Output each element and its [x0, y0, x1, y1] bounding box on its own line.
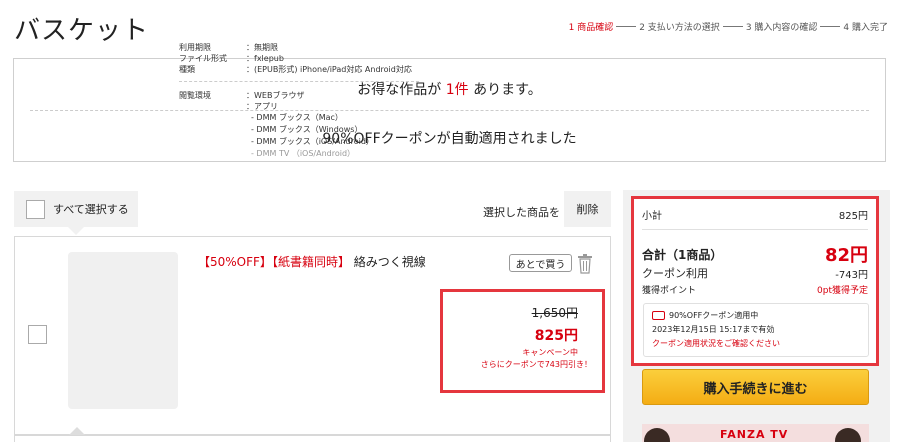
- original-price: 1,650円: [531, 306, 578, 320]
- banner-person-image: [835, 428, 861, 442]
- select-all-checkbox[interactable]: [26, 199, 45, 219]
- divider: [642, 229, 868, 230]
- coupon-applied-label: 90%OFFクーポン適用中: [669, 311, 759, 320]
- detail-key-empty: [179, 101, 246, 112]
- delete-button[interactable]: 削除: [564, 191, 611, 227]
- env-app-mac: - DMM ブックス（Mac）: [251, 113, 343, 122]
- item-name: 絡みつく視線: [353, 255, 426, 269]
- step-separator: [616, 26, 637, 27]
- fanza-tv-banner[interactable]: FANZA TV: [642, 424, 869, 442]
- coupon-label: クーポン利用: [642, 267, 708, 280]
- item-thumbnail[interactable]: [68, 252, 178, 409]
- env-app-windows: - DMM ブックス（Windows）: [251, 125, 363, 134]
- order-summary: 小計 825円 合計（1商品） 82円 クーポン利用 -743円 獲得ポイント …: [634, 199, 876, 363]
- subtotal-value: 825円: [838, 211, 868, 222]
- next-cart-item: [14, 427, 611, 442]
- deals-suffix: あります。: [473, 82, 542, 98]
- divider: [30, 110, 869, 111]
- coupon-expiry: 2023年12月15日 15:17まで有効: [652, 325, 775, 334]
- deal-notice: お得な作品が 1件 あります。 90%OFFクーポンが自動適用されました: [13, 58, 886, 162]
- step-confirm-items: 1 商品確認: [568, 23, 614, 33]
- step-purchase-complete: 4 購入完了: [843, 23, 888, 33]
- step-separator: [722, 26, 743, 27]
- proceed-to-checkout-button[interactable]: 購入手続きに進む: [642, 369, 869, 405]
- item-title[interactable]: 【50%OFF】【紙書籍同時】 絡みつく視線: [198, 253, 426, 270]
- coupon-applied-message: 90%OFFクーポンが自動適用されました: [322, 131, 577, 147]
- points-label: 獲得ポイント: [642, 286, 697, 296]
- detail-key: 種類: [179, 65, 195, 74]
- item-details: 利用期限 ：無期限 ファイル形式 ：fxlepub 種類 ：(EPUB形式) iPho…: [179, 42, 419, 160]
- simultaneous-release-tag: 【紙書籍同時】: [271, 255, 350, 269]
- subtotal-label: 小計: [642, 211, 662, 222]
- detail-value: ：(EPUB形式) iPhone/iPad対応 Android対応: [246, 65, 412, 74]
- detail-value: ：無期限: [246, 43, 278, 52]
- env-app-ios-android: - DMM ブックス（iOS/Android）: [251, 137, 374, 146]
- detail-row-environment-app: ：アプリ: [179, 101, 419, 112]
- detail-value: ：アプリ: [246, 102, 278, 111]
- points-value: 0pt獲得予定: [817, 286, 868, 296]
- trash-icon[interactable]: [577, 254, 593, 274]
- checkout-steps: 1 商品確認 2 支払い方法の選択 3 購入内容の確認 4 購入完了: [569, 20, 888, 33]
- item-checkbox[interactable]: [28, 325, 47, 344]
- price-box: 1,650円 825円 キャンペーン中 さらにクーポンで743円引き！: [440, 289, 605, 393]
- coupon-discount-label: さらにクーポンで743円引き！: [480, 360, 592, 369]
- sale-price: 825円: [534, 328, 578, 344]
- coupon-status-box: 90%OFFクーポン適用中 2023年12月15日 15:17まで有効 クーポン…: [643, 303, 869, 357]
- select-all-toggle[interactable]: すべて選択する: [14, 191, 138, 235]
- deals-count: 1件: [445, 82, 469, 98]
- detail-row-format: ファイル形式 ：fxlepub: [179, 53, 419, 64]
- buy-later-button[interactable]: あとで買う: [509, 254, 572, 272]
- banner-logo-text: FANZA TV: [720, 428, 789, 441]
- selected-items-label: 選択した商品を: [483, 206, 560, 219]
- detail-row-expiry: 利用期限 ：無期限: [179, 42, 419, 53]
- detail-value: ：WEBブラウザ: [246, 91, 305, 100]
- campaign-label: キャンペーン中: [522, 348, 578, 357]
- coupon-check-link[interactable]: クーポン適用状況をご確認ください: [652, 338, 780, 349]
- deals-message: お得な作品が 1件 あります。: [14, 79, 885, 99]
- step-payment-method: 2 支払い方法の選択: [639, 23, 720, 33]
- discount-tag: 【50%OFF】: [198, 255, 272, 269]
- divider: [179, 81, 419, 82]
- page-title: バスケット: [14, 16, 150, 46]
- detail-row-type: 種類 ：(EPUB形式) iPhone/iPad対応 Android対応: [179, 64, 419, 75]
- detail-key: 利用期限: [179, 43, 211, 52]
- total-value: 82円: [824, 245, 868, 266]
- detail-key: 閲覧環境: [179, 91, 211, 100]
- banner-person-image: [644, 428, 670, 442]
- step-separator: [820, 26, 841, 27]
- select-all-label: すべて選択する: [53, 203, 129, 216]
- env-app-dmmtv: - DMM TV （iOS/Android）: [251, 149, 356, 158]
- coupon-ticket-icon: [652, 311, 665, 320]
- detail-value: ：fxlepub: [246, 54, 284, 63]
- detail-key: ファイル形式: [179, 54, 227, 63]
- detail-row-environment: 閲覧環境 ：WEBブラウザ: [179, 90, 419, 101]
- total-label: 合計（1商品）: [642, 248, 723, 262]
- coupon-value: -743円: [835, 270, 868, 281]
- step-confirm-purchase: 3 購入内容の確認: [745, 23, 818, 33]
